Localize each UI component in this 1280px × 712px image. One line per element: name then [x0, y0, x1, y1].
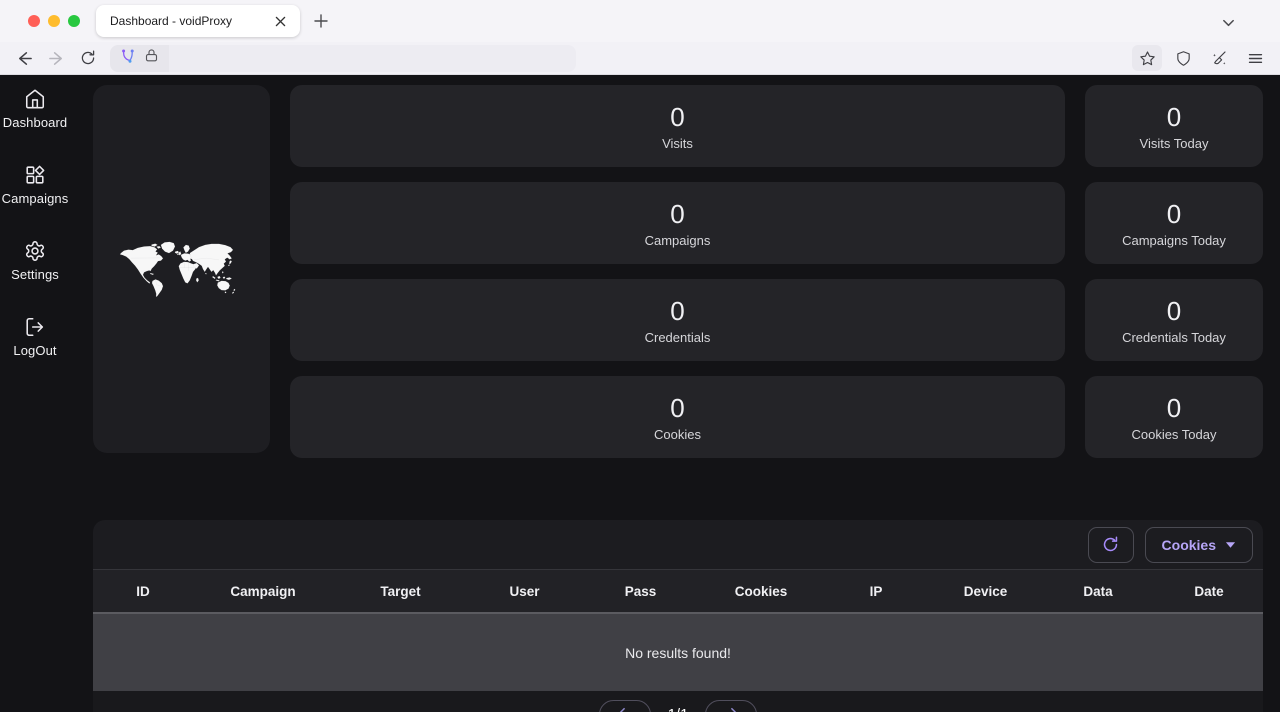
stat-label: Cookies — [654, 427, 701, 442]
stat-card-credentials-today: 0 Credentials Today — [1085, 279, 1263, 361]
results-panel: Cookies ID Campaign Target User Pass Coo… — [93, 520, 1263, 712]
tab-title: Dashboard - voidProxy — [110, 14, 270, 28]
world-map-panel — [93, 85, 270, 453]
stat-value: 0 — [1167, 393, 1181, 424]
column-header-user: User — [468, 584, 581, 599]
stat-card-visits-today: 0 Visits Today — [1085, 85, 1263, 167]
dropdown-selected-value: Cookies — [1162, 537, 1216, 553]
stat-value: 0 — [670, 199, 684, 230]
site-identity — [110, 45, 169, 72]
browser-toolbar — [0, 42, 1280, 75]
empty-state-message: No results found! — [93, 614, 1263, 691]
refresh-button[interactable] — [1088, 527, 1134, 563]
column-header-cookies: Cookies — [700, 584, 822, 599]
grid-diamond-icon — [24, 164, 46, 186]
column-header-device: Device — [930, 584, 1041, 599]
browser-titlebar: Dashboard - voidProxy — [0, 0, 1280, 42]
shield-icon[interactable] — [1168, 45, 1198, 71]
column-header-data: Data — [1041, 584, 1155, 599]
traffic-lights — [28, 15, 80, 27]
sidebar-item-label: Dashboard — [3, 115, 68, 130]
page-indicator: 1/1 — [668, 706, 689, 712]
stat-value: 0 — [1167, 102, 1181, 133]
reload-icon[interactable] — [74, 46, 102, 70]
clear-data-broom-icon[interactable] — [1204, 45, 1234, 71]
new-tab-button[interactable] — [308, 8, 334, 34]
stat-value: 0 — [670, 296, 684, 327]
stat-label: Campaigns — [645, 233, 711, 248]
tab-close-icon[interactable] — [270, 11, 290, 31]
table-header-row: ID Campaign Target User Pass Cookies IP … — [93, 570, 1263, 612]
sidebar-item-settings[interactable]: Settings — [11, 240, 59, 282]
chevron-down-icon[interactable] — [1216, 10, 1240, 34]
pagination: 1/1 — [93, 691, 1263, 712]
column-header-date: Date — [1155, 584, 1263, 599]
column-header-id: ID — [93, 584, 193, 599]
previous-page-button[interactable] — [599, 700, 651, 712]
stat-card-campaigns: 0 Campaigns — [290, 182, 1065, 264]
sidebar-item-label: LogOut — [13, 343, 56, 358]
results-toolbar: Cookies — [93, 520, 1263, 569]
close-window-button[interactable] — [28, 15, 40, 27]
dashboard-content: 0 Visits 0 Campaigns 0 Credentials 0 Coo… — [70, 75, 1280, 712]
sidebar-item-label: Campaigns — [2, 191, 69, 206]
stat-label: Credentials Today — [1122, 330, 1226, 345]
refresh-icon — [1102, 536, 1119, 553]
results-type-dropdown[interactable]: Cookies — [1145, 527, 1253, 563]
stats-column-right: 0 Visits Today 0 Campaigns Today 0 Crede… — [1085, 85, 1263, 503]
maximize-window-button[interactable] — [68, 15, 80, 27]
column-header-target: Target — [333, 584, 468, 599]
stat-card-cookies-today: 0 Cookies Today — [1085, 376, 1263, 458]
caret-down-icon — [1225, 541, 1236, 549]
lock-icon[interactable] — [144, 48, 159, 68]
forward-icon[interactable] — [42, 46, 70, 70]
stat-value: 0 — [670, 393, 684, 424]
column-header-ip: IP — [822, 584, 930, 599]
world-map — [119, 107, 244, 431]
dashboard-page: Dashboard Campaigns — [0, 75, 1280, 712]
sidebar-item-campaigns[interactable]: Campaigns — [2, 164, 69, 206]
logout-icon — [24, 316, 46, 338]
sidebar-item-label: Settings — [11, 267, 59, 282]
menu-hamburger-icon[interactable] — [1240, 45, 1270, 71]
address-input[interactable] — [169, 45, 576, 72]
stat-card-cookies: 0 Cookies — [290, 376, 1065, 458]
extension-icon[interactable] — [120, 48, 136, 69]
stat-label: Credentials — [645, 330, 711, 345]
sidebar-item-logout[interactable]: LogOut — [13, 316, 56, 358]
minimize-window-button[interactable] — [48, 15, 60, 27]
gear-icon — [24, 240, 46, 262]
stat-label: Visits — [662, 136, 693, 151]
browser-window: Dashboard - voidProxy — [0, 0, 1280, 712]
stat-label: Visits Today — [1140, 136, 1209, 151]
stat-value: 0 — [670, 102, 684, 133]
home-icon — [24, 88, 46, 110]
toolbar-right — [1132, 45, 1270, 71]
next-page-button[interactable] — [705, 700, 757, 712]
stat-card-credentials: 0 Credentials — [290, 279, 1065, 361]
stat-card-visits: 0 Visits — [290, 85, 1065, 167]
arrow-right-icon — [722, 707, 740, 712]
stat-label: Campaigns Today — [1122, 233, 1226, 248]
address-bar[interactable] — [110, 45, 576, 72]
back-icon[interactable] — [10, 46, 38, 70]
browser-tab[interactable]: Dashboard - voidProxy — [96, 5, 300, 37]
stat-label: Cookies Today — [1131, 427, 1216, 442]
stat-value: 0 — [1167, 296, 1181, 327]
stat-value: 0 — [1167, 199, 1181, 230]
bookmark-star-icon[interactable] — [1132, 45, 1162, 71]
arrow-left-icon — [616, 707, 634, 712]
sidebar: Dashboard Campaigns — [0, 75, 70, 712]
stat-card-campaigns-today: 0 Campaigns Today — [1085, 182, 1263, 264]
sidebar-item-dashboard[interactable]: Dashboard — [3, 88, 68, 130]
stats-column-left: 0 Visits 0 Campaigns 0 Credentials 0 Coo… — [290, 85, 1065, 458]
column-header-campaign: Campaign — [193, 584, 333, 599]
column-header-pass: Pass — [581, 584, 700, 599]
